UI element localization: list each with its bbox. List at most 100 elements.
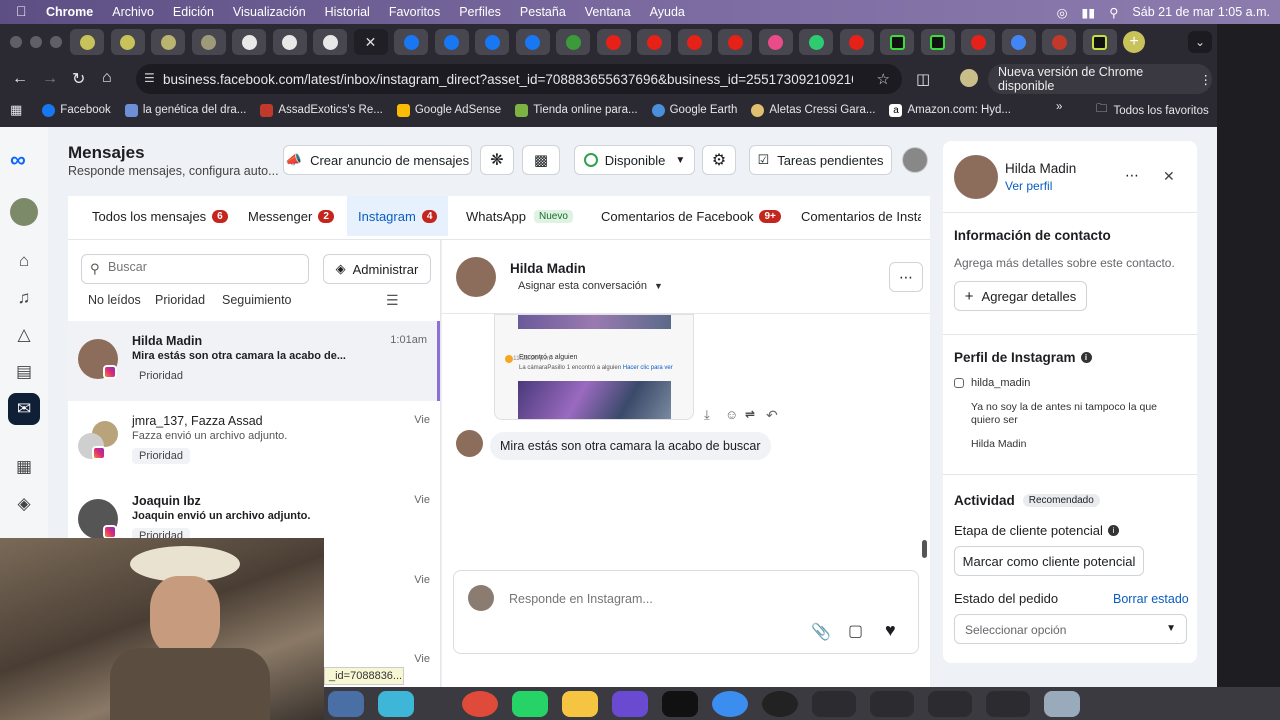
paperclip-icon[interactable]: 📎 xyxy=(811,622,831,642)
address-bar[interactable]: ☰ business.facebook.com/latest/inbox/ins… xyxy=(136,64,902,94)
browser-tab[interactable] xyxy=(515,29,550,55)
close-icon[interactable]: ✕ xyxy=(1163,168,1175,185)
menu-edicion[interactable]: Edición xyxy=(173,5,214,19)
reload-icon[interactable]: ↻ xyxy=(72,69,85,89)
tools-nav-icon[interactable]: ◈ xyxy=(14,494,34,514)
chat-avatar[interactable] xyxy=(456,257,496,297)
browser-tab[interactable] xyxy=(556,29,590,55)
browser-tab-active[interactable]: ✕ xyxy=(353,29,388,55)
insights-button[interactable]: ▩ xyxy=(522,145,560,175)
window-minimize-control[interactable] xyxy=(30,36,42,48)
planner-nav-icon[interactable]: ▦ xyxy=(14,457,34,477)
menu-ayuda[interactable]: Ayuda xyxy=(650,5,685,19)
menu-archivo[interactable]: Archivo xyxy=(112,5,154,19)
tab-instagram-comments[interactable]: Comentarios de Insta xyxy=(801,196,921,236)
browser-tab[interactable] xyxy=(677,29,712,55)
browser-tab[interactable] xyxy=(151,29,185,55)
message-bubble[interactable]: Mira estás son otra camara la acabo de b… xyxy=(490,432,771,460)
order-status-select[interactable]: Seleccionar opción ▼ xyxy=(954,614,1187,644)
tab-all-messages[interactable]: Todos los mensajes 6 xyxy=(92,196,228,236)
browser-tab[interactable] xyxy=(394,29,428,55)
browser-tab[interactable] xyxy=(637,29,671,55)
home-icon[interactable]: ⌂ xyxy=(102,69,112,87)
dock-minimized-window[interactable] xyxy=(812,690,856,717)
ads-nav-icon[interactable]: △ xyxy=(14,325,34,345)
add-details-button[interactable]: + Agregar detalles xyxy=(954,281,1087,311)
trash-dock-icon[interactable] xyxy=(1044,690,1080,717)
list-item[interactable]: Hilda Madin Mira estás son otra camara l… xyxy=(68,321,440,401)
clear-status-link[interactable]: Borrar estado xyxy=(1113,592,1189,606)
saved-replies-icon[interactable]: ▢ xyxy=(848,621,863,641)
notifications-nav-icon[interactable]: ♫ xyxy=(14,288,34,308)
menu-perfiles[interactable]: Perfiles xyxy=(459,5,501,19)
wifi-icon[interactable]: ◎ xyxy=(1057,5,1068,20)
dock-app-icon[interactable] xyxy=(378,690,414,717)
tab-facebook-comments[interactable]: Comentarios de Facebook 9+ xyxy=(601,196,781,236)
bookmark-item[interactable]: a Amazon.com: Hyd... xyxy=(889,103,1011,117)
filter-follow-up[interactable]: Seguimiento xyxy=(222,293,292,307)
translate-icon[interactable]: ⇌ xyxy=(745,407,755,421)
site-info-icon[interactable]: ☰ xyxy=(144,71,155,85)
dock-app-icon[interactable] xyxy=(612,690,648,717)
browser-tab[interactable] xyxy=(70,29,104,55)
view-profile-link[interactable]: Ver perfil xyxy=(1005,179,1052,193)
chat-scrollbar[interactable] xyxy=(922,540,927,558)
list-item[interactable]: jmra_137, Fazza Assad Fazza envió un arc… xyxy=(68,401,440,481)
dock-minimized-window[interactable] xyxy=(870,690,914,717)
bookmark-item[interactable]: Google Earth xyxy=(651,103,737,117)
menu-ventana[interactable]: Ventana xyxy=(585,5,631,19)
bookmark-star-icon[interactable]: ☆ xyxy=(877,70,890,88)
extensions-icon[interactable]: ◫ xyxy=(916,70,930,88)
integrations-button[interactable]: ❋ xyxy=(480,145,514,175)
dock-minimized-window[interactable] xyxy=(928,690,972,717)
tab-close-icon[interactable]: ✕ xyxy=(365,34,377,51)
create-ad-button[interactable]: 📣 Crear anuncio de mensajes xyxy=(283,145,472,175)
window-close-control[interactable] xyxy=(10,36,22,48)
inbox-nav-icon[interactable]: ✉ xyxy=(8,393,40,425)
tab-messenger[interactable]: Messenger 2 xyxy=(248,196,334,236)
filter-sliders-icon[interactable]: ☰ xyxy=(386,292,399,309)
content-nav-icon[interactable]: ▤ xyxy=(14,362,34,382)
menu-pestana[interactable]: Pestaña xyxy=(520,5,566,19)
all-bookmarks-folder[interactable]: 🗀 Todos los favoritos xyxy=(1096,101,1209,120)
menubar-app-name[interactable]: Chrome xyxy=(46,5,93,19)
composer[interactable]: 📎 ▢ ♥ xyxy=(453,570,919,654)
page-avatar[interactable] xyxy=(902,147,928,173)
battery-icon[interactable]: ▮▮ xyxy=(1081,5,1095,20)
browser-tab[interactable] xyxy=(839,29,874,55)
browser-tab[interactable] xyxy=(1082,29,1117,55)
search-box[interactable]: ⚲ xyxy=(81,254,309,284)
reply-input[interactable] xyxy=(509,592,889,606)
apple-icon[interactable]:  xyxy=(16,3,27,19)
assign-conversation-dropdown[interactable]: Asignar esta conversación ▼ xyxy=(518,280,663,292)
dock-minimized-window[interactable] xyxy=(986,690,1030,717)
bookmark-item[interactable]: Facebook xyxy=(42,103,111,117)
reply-icon[interactable]: ↶ xyxy=(766,407,778,424)
search-input[interactable] xyxy=(108,260,298,274)
browser-tab[interactable] xyxy=(1001,29,1036,55)
bookmarks-overflow-icon[interactable]: » xyxy=(1056,101,1062,113)
menu-visualizacion[interactable]: Visualización xyxy=(233,5,306,19)
browser-tab[interactable] xyxy=(920,29,955,55)
menubar-clock[interactable]: Sáb 21 de mar 1:05 a.m. xyxy=(1132,5,1270,19)
browser-tab[interactable] xyxy=(880,29,914,55)
bookmark-item[interactable]: AssadExotics's Re... xyxy=(260,103,383,117)
browser-tab[interactable] xyxy=(718,29,752,55)
browser-tab[interactable] xyxy=(272,29,307,55)
chrome-update-button[interactable]: Nueva versión de Chrome disponible ⋮ xyxy=(988,64,1212,94)
filter-priority[interactable]: Prioridad xyxy=(155,293,205,307)
chrome-dock-icon[interactable] xyxy=(462,690,498,717)
home-nav-icon[interactable]: ⌂ xyxy=(14,251,34,271)
settings-button[interactable]: ⚙ xyxy=(702,145,736,175)
browser-tab[interactable] xyxy=(799,29,833,55)
browser-tab[interactable] xyxy=(596,29,631,55)
new-tab-button[interactable]: + xyxy=(1123,31,1145,53)
chat-more-button[interactable]: ⋯ xyxy=(889,262,923,292)
browser-tab[interactable] xyxy=(110,29,145,55)
availability-dropdown[interactable]: Disponible ▼ xyxy=(574,145,695,175)
tab-search-chevron-icon[interactable]: ⌄ xyxy=(1188,31,1212,53)
search-icon[interactable]: ⚲ xyxy=(1109,5,1118,20)
attachment-image[interactable]: 11:28:20 p.m. Encontró a alguien La cáma… xyxy=(494,314,694,420)
browser-tab[interactable] xyxy=(961,29,995,55)
apps-grid-icon[interactable]: ▦ xyxy=(10,102,22,118)
